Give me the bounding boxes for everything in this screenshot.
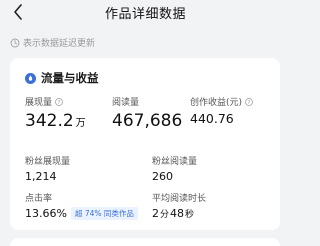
svg-text:?: ? [58,100,61,106]
app-header: 作品详细数据 [0,0,291,26]
earnings-label: 创作收益(元) [190,98,243,108]
earnings-value: 440.76 [190,111,234,126]
ctr-label: 点击率 [25,194,53,204]
fan-impressions-label: 粉丝展现量 [25,157,71,167]
metric-fan-reads: 粉丝阅读量 260 [152,154,197,183]
impressions-value: 342.2 [25,111,74,131]
ctr-value: 13.66% [25,207,67,220]
notice-text: 表示数据延迟更新 [23,39,96,49]
ctr-badge: 超 74% 同类作品 [70,207,138,220]
next-card-edge [10,238,280,246]
metric-ctr: 点击率 13.66% 超 74% 同类作品 [25,191,138,220]
card-title: 流量与收益 [25,70,99,86]
impressions-unit: 万 [75,118,86,129]
fan-reads-value: 260 [152,170,173,183]
clock-icon [10,38,20,48]
page-title: 作品详细数据 [104,7,186,22]
metric-avg-read-time: 平均阅读时长 2 分 48 秒 [152,191,206,220]
metric-earnings: 创作收益(元) ? 440.76 [190,95,253,126]
delay-notice: 表示数据延迟更新 [10,36,95,49]
avg-read-time-value: 2 分 48 秒 [152,207,206,220]
traffic-earnings-card: 流量与收益 展现量 ? 342.2万 阅读量 467,686 创作收益(元) [10,58,280,230]
fan-impressions-value: 1,214 [25,170,57,183]
metric-impressions: 展现量 ? 342.2 万 [25,95,86,131]
card-title-text: 流量与收益 [41,71,99,85]
drop-icon [25,72,36,84]
reads-label: 阅读量 [112,98,140,108]
info-icon[interactable]: ? [55,97,63,106]
reads-value: 467,686 [112,111,183,131]
impressions-label: 展现量 [25,98,53,108]
impressions-value-row: 342.2 万 [25,111,86,131]
metric-fan-impressions: 粉丝展现量 1,214 [25,154,70,183]
metric-label: 展现量 ? [25,95,86,108]
ctr-value-row: 13.66% 超 74% 同类作品 [25,207,138,220]
seconds-unit: 秒 [185,210,195,220]
avg-read-time-label: 平均阅读时长 [152,194,207,204]
fan-reads-label: 粉丝阅读量 [152,157,198,167]
avg-read-minutes: 2 [152,207,159,220]
info-icon[interactable]: ? [245,97,253,106]
avg-read-seconds: 48 [170,207,185,220]
svg-text:?: ? [248,100,251,106]
metric-reads: 阅读量 467,686 [112,95,182,131]
minutes-unit: 分 [160,210,170,220]
metric-label: 创作收益(元) ? [190,95,253,108]
